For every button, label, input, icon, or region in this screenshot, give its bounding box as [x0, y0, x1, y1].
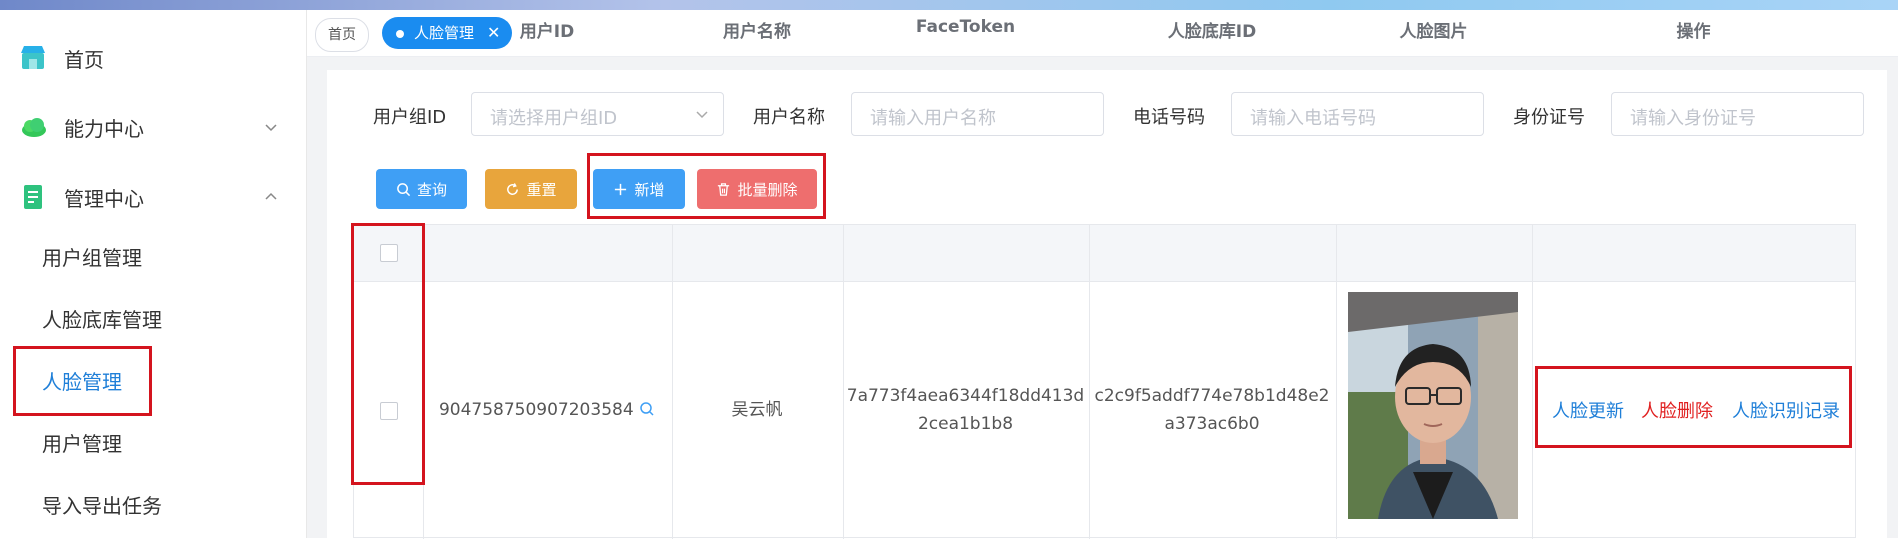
- reset-label: 重置: [526, 180, 557, 199]
- sidebar-sub-user-mgmt[interactable]: 用户管理: [42, 428, 122, 457]
- table-cell-library-id: c2c9f5addf774e78b1d48e2 a373ac6b0: [1089, 382, 1335, 438]
- sidebar-item-label: 首页: [64, 47, 104, 72]
- table-cell-facetoken: 7a773f4aea6344f18dd413d 2cea1b1b8: [843, 382, 1088, 438]
- query-button[interactable]: 查询: [376, 169, 467, 209]
- highlight-box-actions: [1535, 366, 1852, 448]
- group-id-placeholder: 请选择用户组ID: [490, 108, 618, 129]
- column-header-library-id[interactable]: 人脸底库ID: [1089, 17, 1335, 42]
- phone-placeholder: 请输入电话号码: [1250, 108, 1376, 129]
- query-label: 查询: [416, 180, 447, 199]
- idcard-input[interactable]: 请输入身份证号: [1611, 92, 1864, 136]
- username-input[interactable]: 请输入用户名称: [851, 92, 1104, 136]
- facetoken-line-2: 2cea1b1b8: [917, 414, 1014, 434]
- user-id-value: 904758750907203584: [438, 400, 634, 420]
- column-header-user-id[interactable]: 用户ID: [423, 17, 671, 42]
- face-image[interactable]: [1348, 292, 1518, 519]
- group-id-select[interactable]: 请选择用户组ID: [471, 92, 724, 136]
- facetoken-line-1: 7a773f4aea6344f18dd413d: [846, 386, 1085, 406]
- sidebar-item-label: 管理中心: [64, 186, 144, 211]
- refresh-icon: [507, 182, 519, 195]
- username-label: 用户名称: [753, 107, 825, 128]
- phone-label: 电话号码: [1133, 107, 1205, 128]
- chevron-down-icon: [696, 111, 708, 119]
- group-id-label: 用户组ID: [373, 107, 447, 128]
- phone-input[interactable]: 请输入电话号码: [1231, 92, 1484, 136]
- sidebar-sub-group-mgmt[interactable]: 用户组管理: [42, 242, 142, 271]
- face-photo-icon: [1348, 292, 1518, 519]
- top-gradient-bar: [0, 0, 1898, 10]
- sidebar-item-capability[interactable]: 能力中心: [0, 107, 306, 147]
- table-cell-user-id: 904758750907203584: [423, 396, 671, 424]
- highlight-box-sidebar: [13, 346, 152, 416]
- active-dot-icon: [396, 30, 404, 38]
- chevron-down-icon: [265, 124, 277, 132]
- column-header-username[interactable]: 用户名称: [672, 17, 842, 42]
- chevron-up-icon: [265, 192, 277, 200]
- highlight-box-toolbar: [587, 153, 826, 219]
- library-id-line-2: a373ac6b0: [1164, 414, 1260, 434]
- reset-button[interactable]: 重置: [485, 169, 577, 209]
- table-header: [354, 225, 1855, 282]
- sidebar-item-label: 能力中心: [64, 116, 144, 141]
- sidebar: 首页 能力中心 管理中心 用户组管理 人脸底库管理 人脸管理 用户管理 导入导出…: [0, 10, 307, 538]
- library-id-line-1: c2c9f5addf774e78b1d48e2: [1094, 386, 1330, 406]
- search-icon: [397, 182, 411, 196]
- sidebar-item-home[interactable]: 首页: [0, 38, 306, 78]
- username-placeholder: 请输入用户名称: [870, 108, 996, 129]
- table-cell-username: 吴云帆: [731, 400, 783, 420]
- idcard-label: 身份证号: [1513, 107, 1585, 128]
- sidebar-sub-face-library-mgmt[interactable]: 人脸底库管理: [42, 304, 162, 333]
- tab-home[interactable]: 首页: [315, 18, 369, 52]
- document-icon: [24, 185, 42, 209]
- sidebar-sub-import-export[interactable]: 导入导出任务: [42, 490, 162, 519]
- cloud-icon: [22, 118, 46, 137]
- store-icon: [21, 46, 45, 69]
- idcard-placeholder: 请输入身份证号: [1630, 108, 1756, 129]
- search-icon[interactable]: [639, 401, 655, 417]
- column-header-face-image[interactable]: 人脸图片: [1336, 17, 1531, 42]
- sidebar-item-management[interactable]: 管理中心: [0, 177, 306, 217]
- column-header-actions[interactable]: 操作: [1532, 17, 1855, 42]
- highlight-box-checkbox-column: [351, 223, 425, 485]
- column-header-facetoken[interactable]: FaceToken: [843, 17, 1088, 37]
